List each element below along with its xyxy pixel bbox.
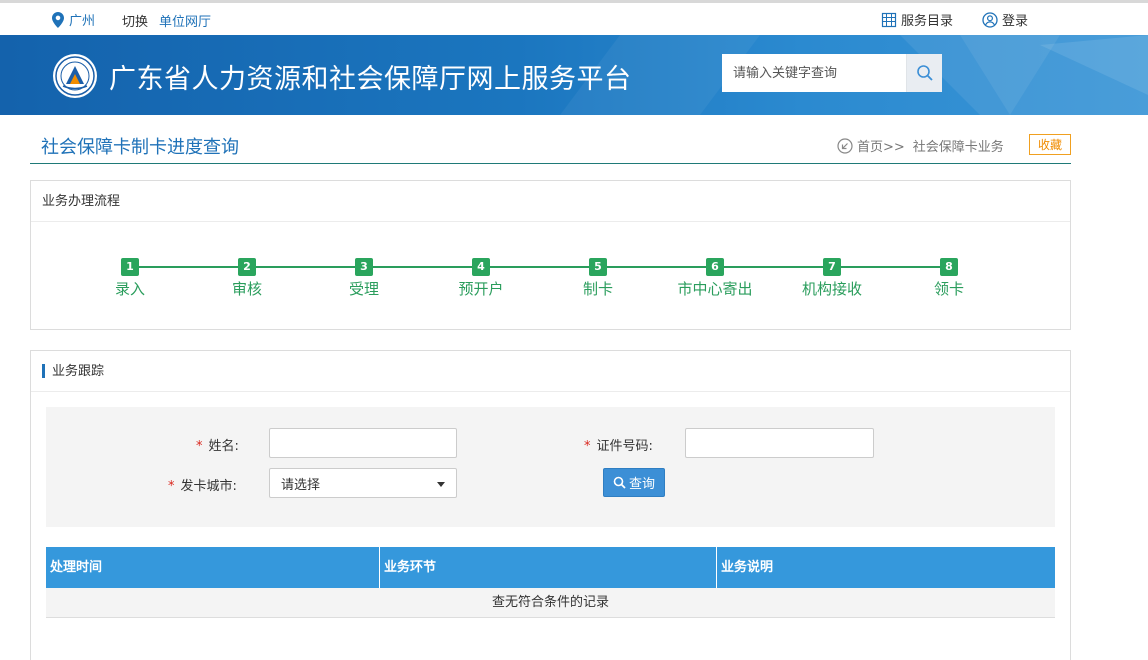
business-tracking-panel: 业务跟踪 *姓名: *证件号码: *发卡城市: 请选择 查询 处理时间 业 [30, 350, 1071, 660]
page-title: 社会保障卡制卡进度查询 [41, 137, 239, 158]
login-link[interactable]: 登录 [982, 10, 1028, 29]
site-title: 广东省人力资源和社会保障厅网上服务平台 [109, 64, 632, 95]
login-label: 登录 [1002, 14, 1029, 29]
id-number-label: * 证件号码: [584, 435, 653, 454]
card-city-select[interactable]: 请选择 [269, 468, 457, 498]
table-header: 处理时间 业务环节 业务说明 [46, 547, 1055, 588]
step-label: 审核 [231, 280, 262, 298]
step-number: 6 [706, 258, 724, 276]
user-icon [982, 11, 998, 28]
process-step: 1 录入 [70, 258, 190, 299]
location-selector[interactable]: 广州 [52, 10, 95, 29]
process-step: 2 审核 [187, 258, 307, 299]
card-city-selected: 请选择 [281, 477, 321, 493]
step-label: 机构接收 [801, 280, 862, 298]
service-directory-link[interactable]: 服务目录 [881, 10, 953, 29]
name-input[interactable] [269, 428, 457, 458]
step-label: 制卡 [582, 280, 613, 298]
current-city: 广州 [69, 14, 96, 29]
top-bar: 广州 切换 单位网厅 服务目录 登录 [0, 0, 1148, 35]
location-pin-icon [52, 11, 64, 28]
process-step: 7 机构接收 [772, 258, 892, 299]
card-city-label: * 发卡城市: [168, 475, 237, 494]
required-mark: * [196, 439, 203, 454]
emblem-logo [53, 54, 97, 98]
step-label: 市中心寄出 [677, 280, 753, 298]
empty-result-row: 查无符合条件的记录 [46, 588, 1055, 618]
site-search [722, 54, 942, 92]
column-header-time: 处理时间 [46, 547, 380, 588]
query-button[interactable]: 查询 [603, 468, 665, 497]
heading-accent-bar [42, 364, 45, 378]
column-header-description: 业务说明 [721, 560, 774, 575]
name-label: * 姓名: [196, 435, 239, 454]
header-banner: 广东省人力资源和社会保障厅网上服务平台 [0, 35, 1148, 115]
breadcrumb: 首页>> 社会保障卡业务 [837, 136, 1004, 155]
process-step: 5 制卡 [538, 258, 658, 299]
step-label: 受理 [348, 280, 379, 298]
step-label: 领卡 [933, 280, 964, 298]
process-step: 6 市中心寄出 [655, 258, 775, 299]
step-number: 2 [238, 258, 256, 276]
tracking-heading: 业务跟踪 [52, 363, 105, 379]
favorite-button[interactable]: 收藏 [1029, 134, 1071, 155]
step-number: 1 [121, 258, 139, 276]
switch-label: 切换 [122, 15, 149, 30]
search-icon [916, 65, 933, 81]
service-directory-label: 服务目录 [901, 14, 954, 29]
required-mark: * [168, 479, 175, 494]
unit-hall-link[interactable]: 单位网厅 [159, 11, 211, 30]
tracking-heading-row: 业务跟踪 [31, 351, 1070, 392]
building-icon [881, 12, 897, 27]
breadcrumb-home-link[interactable]: 首页>> [857, 136, 905, 155]
back-arrow-icon [837, 137, 853, 154]
step-number: 8 [940, 258, 958, 276]
process-step: 4 预开户 [421, 258, 541, 299]
search-input[interactable] [722, 54, 906, 92]
id-number-input[interactable] [685, 428, 874, 458]
query-button-label: 查询 [628, 477, 655, 492]
name-label-text: 姓名: [208, 439, 239, 454]
query-form: * 姓名: * 证件号码: * 发卡城市: 请选择 查询 [46, 407, 1055, 527]
step-number: 4 [472, 258, 490, 276]
search-button[interactable] [906, 54, 942, 92]
tracking-table: 处理时间 业务环节 业务说明 查无符合条件的记录 [46, 547, 1055, 618]
required-mark: * [584, 439, 591, 454]
search-icon [613, 476, 626, 489]
process-step: 3 受理 [304, 258, 424, 299]
column-header-stage: 业务环节 [380, 547, 717, 588]
id-number-label-text: 证件号码: [596, 439, 653, 454]
process-flow-panel: 业务办理流程 1 录入 2 审核 3 受理 4 预开户 5 制卡 6 市中心寄出… [30, 180, 1071, 330]
card-city-label-text: 发卡城市: [180, 479, 237, 494]
breadcrumb-current[interactable]: 社会保障卡业务 [913, 136, 1004, 155]
step-number: 7 [823, 258, 841, 276]
process-step: 8 领卡 [889, 258, 1009, 299]
process-steps: 1 录入 2 审核 3 受理 4 预开户 5 制卡 6 市中心寄出 7 机构接收… [31, 222, 1070, 330]
step-number: 5 [589, 258, 607, 276]
page-header: 社会保障卡制卡进度查询 首页>> 社会保障卡业务 收藏 [30, 128, 1071, 164]
step-number: 3 [355, 258, 373, 276]
step-label: 预开户 [458, 280, 504, 298]
step-label: 录入 [114, 280, 145, 298]
process-flow-heading: 业务办理流程 [31, 181, 1070, 222]
chevron-down-icon [437, 482, 445, 487]
